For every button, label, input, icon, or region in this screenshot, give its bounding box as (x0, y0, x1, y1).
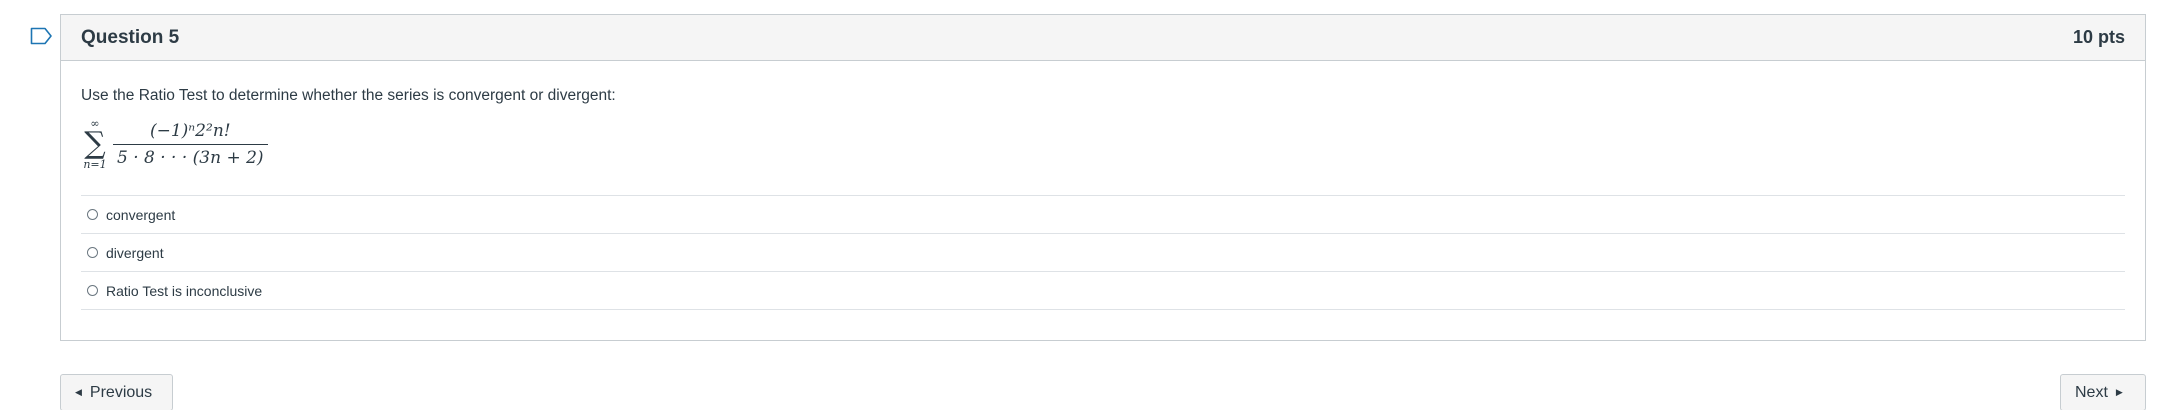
question-prompt: Use the Ratio Test to determine whether … (81, 87, 616, 104)
question-title: Question 5 (81, 26, 180, 48)
question-points: 10 pts (2072, 27, 2125, 47)
radio-button[interactable] (87, 285, 98, 296)
answer-option[interactable]: convergent (81, 196, 2125, 234)
answer-list: convergent divergent Ratio Test is incon… (81, 195, 2125, 310)
fraction-numerator: (−1)ⁿ2²n! (149, 120, 231, 141)
answer-option[interactable]: Ratio Test is inconclusive (81, 272, 2125, 310)
series-formula: ∞ ∑ n=1 (−1)ⁿ2²n! 5 · 8 · · · (3n + 2) (81, 115, 2125, 173)
question-body: Use the Ratio Test to determine whether … (61, 61, 2145, 310)
caret-left-icon: ◀ (75, 387, 82, 397)
fraction: (−1)ⁿ2²n! 5 · 8 · · · (3n + 2) (113, 121, 268, 168)
fraction-denominator: 5 · 8 · · · (3n + 2) (113, 143, 268, 168)
sigma-symbol: ∑ (84, 126, 106, 161)
answer-label: Ratio Test is inconclusive (106, 282, 263, 299)
question-card: Question 5 10 pts Use the Ratio Test to … (60, 14, 2146, 341)
bookmark-icon[interactable] (30, 27, 54, 45)
radio-button[interactable] (87, 209, 98, 220)
answer-label: convergent (106, 206, 176, 223)
next-button[interactable]: Next ▶ (2060, 374, 2146, 410)
previous-label: Previous (89, 383, 153, 401)
caret-right-icon: ▶ (2115, 387, 2123, 397)
answer-option[interactable]: divergent (81, 234, 2125, 272)
previous-button[interactable]: ◀ Previous (60, 374, 173, 410)
question-header: Question 5 10 pts (61, 15, 2145, 61)
summation: ∞ ∑ n=1 (81, 118, 109, 170)
quiz-page: Question 5 10 pts Use the Ratio Test to … (0, 0, 2184, 410)
radio-button[interactable] (87, 247, 98, 258)
answer-label: divergent (106, 244, 164, 261)
sum-lower-limit: n=1 (83, 158, 107, 171)
next-label: Next (2075, 383, 2108, 401)
